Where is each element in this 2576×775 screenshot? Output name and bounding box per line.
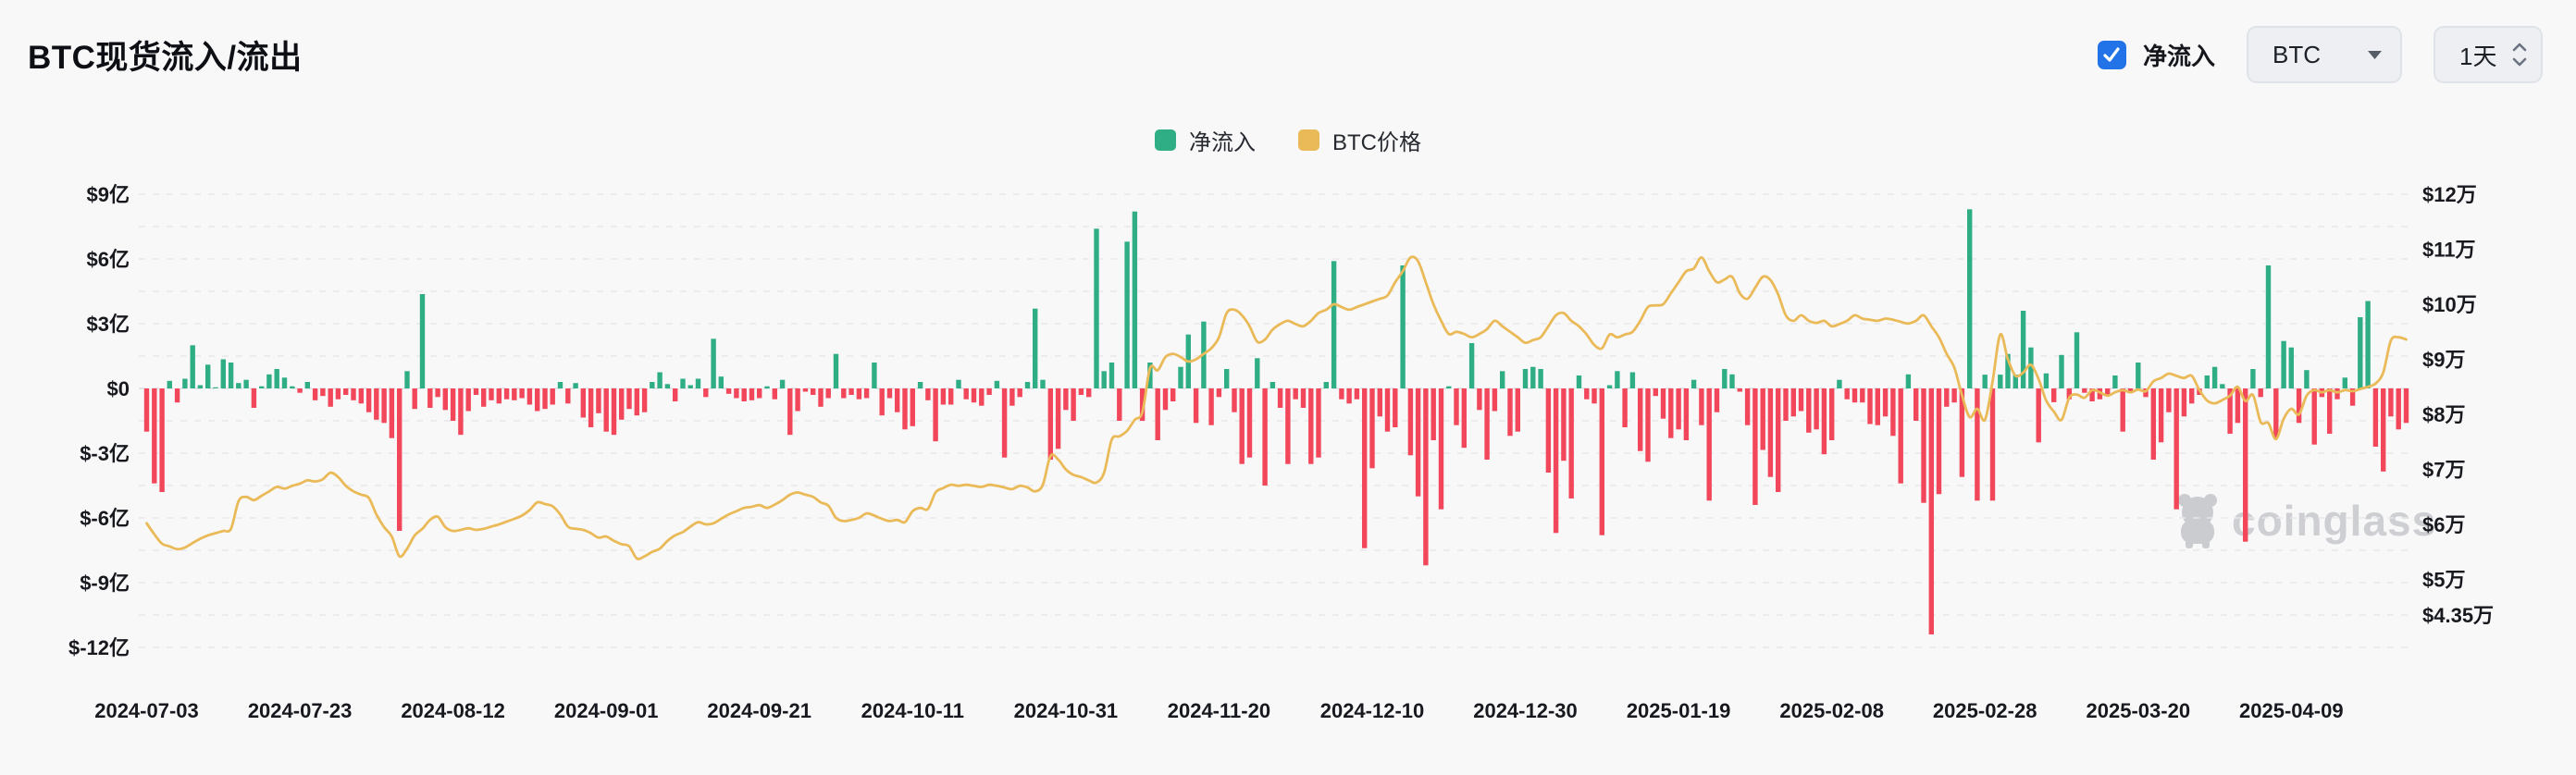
svg-text:$3亿: $3亿 <box>87 313 130 336</box>
chart-header: BTC现货流入/流出 净流入 BTC 1天 <box>0 0 2576 109</box>
svg-text:$12万: $12万 <box>2422 183 2477 206</box>
svg-text:$0: $0 <box>107 377 130 400</box>
svg-text:$7万: $7万 <box>2422 459 2465 482</box>
svg-text:2024-11-20: 2024-11-20 <box>1168 699 1270 722</box>
gridlines <box>139 193 2408 648</box>
svg-text:2025-01-19: 2025-01-19 <box>1627 699 1731 722</box>
legend-item-btc-price[interactable]: BTC价格 <box>1298 124 1421 156</box>
svg-text:2024-10-31: 2024-10-31 <box>1014 699 1119 722</box>
y-axis-left-labels: $9亿 $6亿 $3亿 $0 $-3亿 $-6亿 $-9亿 $-12亿 <box>68 183 130 659</box>
checkmark-icon <box>2103 47 2121 62</box>
btc-price-swatch <box>1298 129 1319 151</box>
interval-select[interactable]: 1天 <box>2434 26 2543 83</box>
header-controls: 净流入 BTC 1天 <box>2097 26 2543 83</box>
svg-text:2024-10-11: 2024-10-11 <box>861 699 964 722</box>
svg-text:$-9亿: $-9亿 <box>80 572 130 595</box>
page-title: BTC现货流入/流出 <box>28 39 303 76</box>
legend-label: BTC价格 <box>1332 130 1421 155</box>
svg-text:2024-09-01: 2024-09-01 <box>554 699 659 722</box>
svg-text:$8万: $8万 <box>2422 403 2465 426</box>
x-axis-date-labels: 2024-07-03 2024-07-23 2024-08-12 2024-09-01… <box>94 699 2343 722</box>
svg-text:$-12亿: $-12亿 <box>68 636 130 659</box>
svg-text:$11万: $11万 <box>2422 239 2476 262</box>
svg-text:$10万: $10万 <box>2422 293 2477 316</box>
svg-text:$5万: $5万 <box>2422 569 2465 592</box>
svg-text:2024-12-10: 2024-12-10 <box>1320 699 1425 722</box>
svg-text:2024-07-23: 2024-07-23 <box>248 699 353 722</box>
svg-text:$-6亿: $-6亿 <box>80 507 130 530</box>
chevron-down-icon <box>2368 50 2382 59</box>
svg-text:2024-07-03: 2024-07-03 <box>94 699 199 722</box>
legend: 净流入 BTC价格 <box>0 124 2576 156</box>
svg-text:$-3亿: $-3亿 <box>80 442 130 465</box>
net-inflow-swatch <box>1155 129 1176 151</box>
svg-text:$9万: $9万 <box>2422 349 2465 372</box>
svg-text:$4.35万: $4.35万 <box>2422 604 2494 627</box>
y-axis-right-labels: $12万 $11万 $10万 $9万 $8万 $7万 $6万 $5万 $4.35万 <box>2422 183 2494 627</box>
interval-select-value: 1天 <box>2459 42 2497 70</box>
svg-text:2025-03-20: 2025-03-20 <box>2087 699 2191 722</box>
net-inflow-toggle[interactable]: 净流入 <box>2097 38 2215 72</box>
flow-chart-canvas[interactable]: $9亿 $6亿 $3亿 $0 $-3亿 $-6亿 $-9亿 $-12亿 $12万 $11万 $10万… <box>0 0 2576 775</box>
coin-select[interactable]: BTC <box>2247 26 2402 83</box>
up-down-chevrons-icon <box>2512 43 2527 67</box>
svg-text:$6万: $6万 <box>2422 513 2465 536</box>
svg-text:2024-12-30: 2024-12-30 <box>1473 699 1578 722</box>
net-inflow-bars[interactable] <box>143 209 2409 634</box>
svg-text:2025-04-09: 2025-04-09 <box>2239 699 2344 722</box>
svg-text:2025-02-28: 2025-02-28 <box>1933 699 2037 722</box>
legend-item-net-inflow[interactable]: 净流入 <box>1155 124 1256 156</box>
svg-text:$9亿: $9亿 <box>87 183 130 206</box>
net-inflow-label: 净流入 <box>2142 42 2215 70</box>
svg-text:2024-08-12: 2024-08-12 <box>401 699 505 722</box>
svg-text:2025-02-08: 2025-02-08 <box>1779 699 1884 722</box>
btc-price-line <box>145 255 2408 560</box>
svg-text:2024-09-21: 2024-09-21 <box>707 699 811 722</box>
svg-text:$6亿: $6亿 <box>87 248 130 271</box>
legend-label: 净流入 <box>1189 130 1256 155</box>
net-inflow-checkbox[interactable] <box>2097 40 2126 69</box>
coin-select-value: BTC <box>2273 40 2321 68</box>
